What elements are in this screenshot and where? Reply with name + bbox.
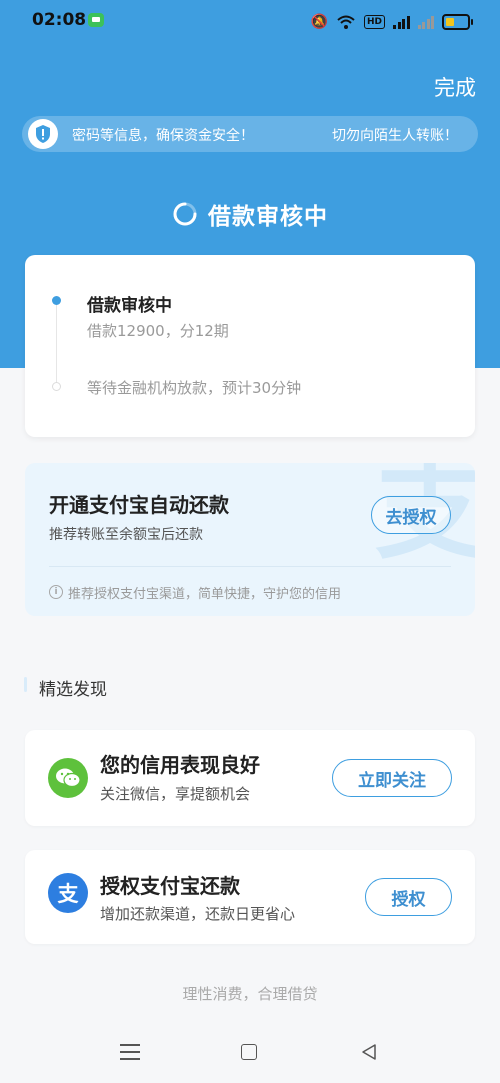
alipay-card-title: 开通支付宝自动还款 [49,493,229,517]
notice-text-right: 切勿向陌生人转账！ [332,128,458,144]
feed-subtitle: 关注微信，享提额机会 [100,785,251,803]
wifi-icon [337,15,355,29]
signal-icon-2 [417,15,434,29]
feed-title: 授权支付宝还款 [100,874,240,898]
authorize-alipay-button[interactable]: 授权 [365,878,452,916]
loan-amount-text: 借款12900，分12期 [87,322,229,340]
progress-card: 借款审核中 借款12900，分12期 等待金融机构放款，预计30分钟 [25,255,475,437]
shield-icon [28,119,58,149]
mute-bell-icon: 🔕 [310,14,328,30]
menu-icon[interactable] [120,1044,140,1060]
divider [49,566,451,567]
timeline-line [56,305,57,385]
timeline-dot-active [52,296,61,305]
clock: 02:08 [32,10,87,30]
footer-slogan: 理性消费，合理借贷 [182,985,318,1003]
feed-subtitle: 增加还款渠道，还款日更省心 [100,905,296,923]
system-nav-bar [0,1030,500,1083]
step-title: 借款审核中 [87,296,172,316]
wechat-icon [48,758,88,798]
home-icon[interactable] [241,1044,257,1060]
feed-item-wechat[interactable]: 您的信用表现良好 关注微信，享提额机会 立即关注 [25,730,475,826]
feed-item-alipay[interactable]: 支 授权支付宝还款 增加还款渠道，还款日更省心 授权 [25,850,475,944]
alipay-card-note: 推荐授权支付宝渠道，简单快捷，守护您的信用 [68,587,342,602]
status-bar: 02:08 🔕 HD [0,0,500,44]
section-marker [24,677,27,692]
page-title: 借款审核中 [0,196,500,232]
timeline-dot-pending [52,382,61,391]
section-title: 精选发现 [39,680,107,700]
feed-title: 您的信用表现良好 [100,753,260,777]
loading-spinner-icon [173,202,197,226]
battery-icon [442,14,473,30]
message-icon [88,13,104,27]
authorize-button[interactable]: 去授权 [371,496,451,534]
follow-button[interactable]: 立即关注 [332,759,452,797]
security-notice: 密码等信息，确保资金安全！ 切勿向陌生人转账！ [22,116,478,152]
info-icon: i [49,585,63,599]
alipay-card-subtitle: 推荐转账至余额宝后还款 [49,527,203,543]
step-pending-text: 等待金融机构放款，预计30分钟 [87,379,302,397]
hd-badge: HD [363,15,385,29]
back-icon[interactable] [360,1043,378,1061]
status-title: 借款审核中 [208,204,328,230]
done-button[interactable]: 完成 [434,72,476,102]
signal-icon [393,15,410,29]
notice-text-left: 密码等信息，确保资金安全！ [72,128,254,144]
status-icons: 🔕 HD [310,12,473,32]
alipay-autopay-card: 支 开通支付宝自动还款 推荐转账至余额宝后还款 去授权 i 推荐授权支付宝渠道，… [25,463,475,616]
alipay-icon: 支 [48,873,88,913]
